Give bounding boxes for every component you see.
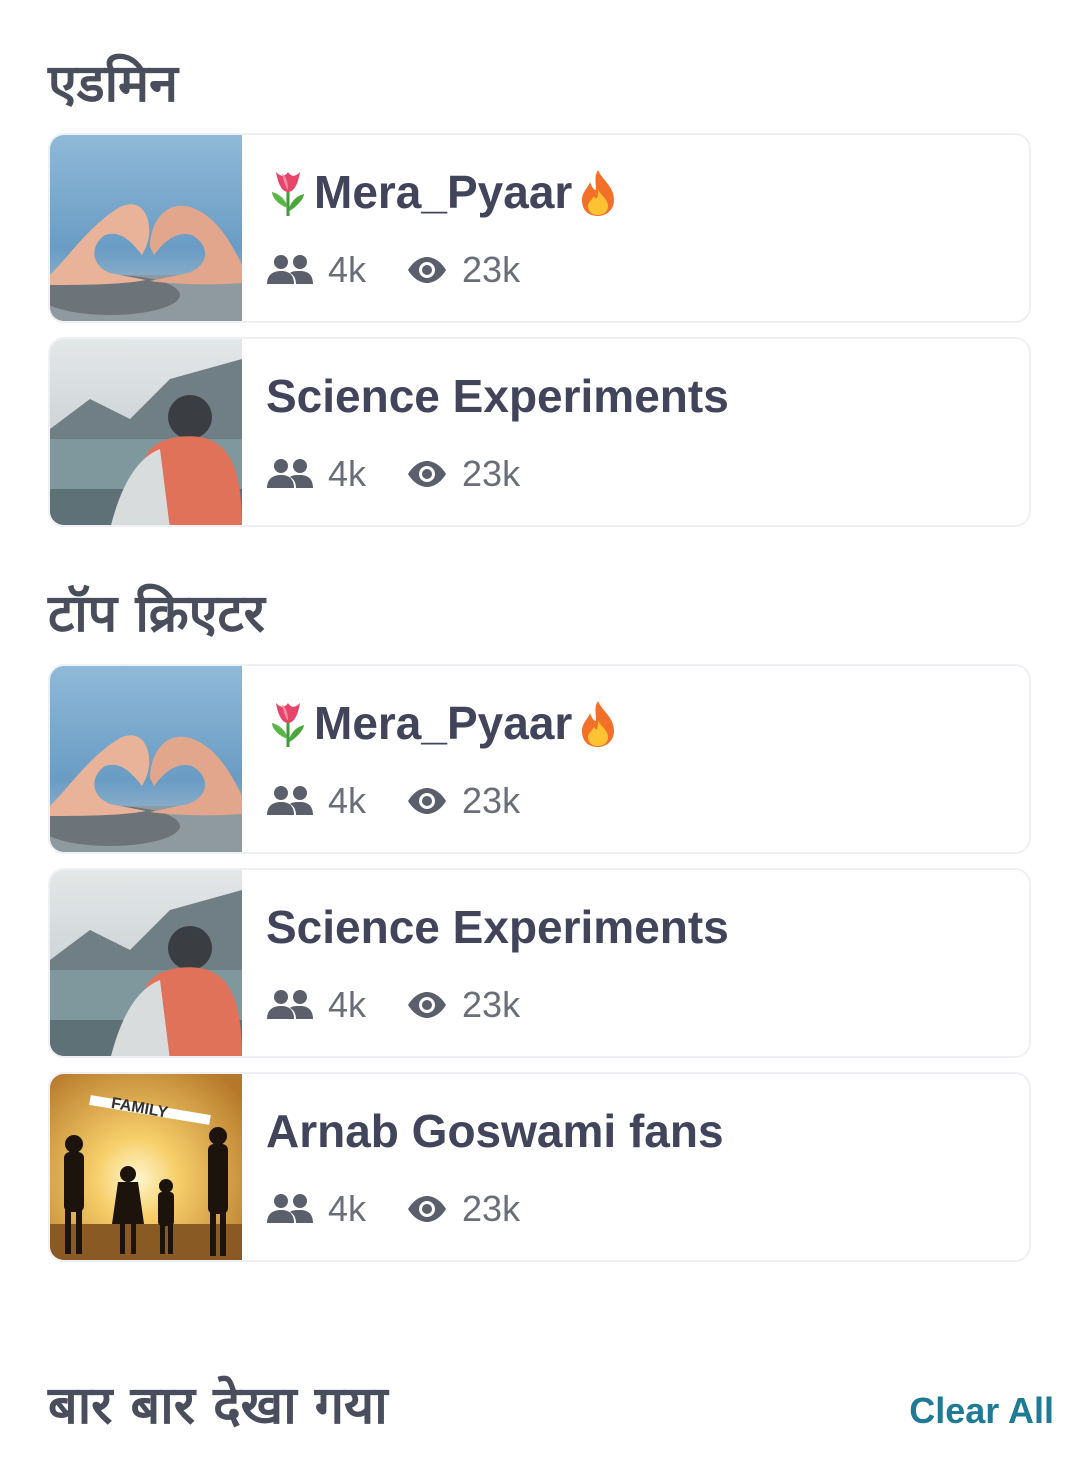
group-name: Mera_Pyaar [266, 696, 620, 751]
views-count: 23k [462, 1188, 521, 1229]
group-thumbnail [50, 339, 242, 527]
members-icon [266, 989, 314, 1021]
group-card[interactable]: Mera_Pyaar 4k 23k [48, 664, 1031, 854]
section-title-admin: एडमिन [48, 54, 179, 114]
members-count: 4k [328, 453, 367, 494]
members-icon [266, 1193, 314, 1225]
group-card[interactable]: Science Experiments 4k 23k [48, 868, 1031, 1058]
eye-icon [406, 460, 448, 488]
fire-emoji-icon [576, 168, 620, 218]
members-count: 4k [328, 780, 367, 821]
tulip-emoji-icon [266, 699, 310, 749]
members-icon [266, 254, 314, 286]
group-thumbnail [50, 870, 242, 1058]
group-name: Arnab Goswami fans [266, 1105, 724, 1157]
group-name: Science Experiments [266, 901, 729, 953]
eye-icon [406, 991, 448, 1019]
views-count: 23k [462, 984, 521, 1025]
members-icon [266, 458, 314, 490]
clear-all-button[interactable]: Clear All [909, 1390, 1054, 1432]
members-count: 4k [328, 249, 367, 290]
eye-icon [406, 787, 448, 815]
views-count: 23k [462, 453, 521, 494]
eye-icon [406, 256, 448, 284]
views-count: 23k [462, 780, 521, 821]
section-title-frequently-viewed: बार बार देखा गया [48, 1376, 388, 1436]
group-thumbnail: FAMILY [50, 1074, 242, 1262]
group-name: Mera_Pyaar [266, 165, 620, 220]
fire-emoji-icon [576, 699, 620, 749]
eye-icon [406, 1195, 448, 1223]
members-icon [266, 785, 314, 817]
tulip-emoji-icon [266, 168, 310, 218]
group-thumbnail [50, 135, 242, 323]
group-card[interactable]: Science Experiments 4k 23k [48, 337, 1031, 527]
group-card[interactable]: Mera_Pyaar 4k 23k [48, 133, 1031, 323]
group-thumbnail [50, 666, 242, 854]
section-title-top-creator: टॉप क्रिएटर [48, 584, 265, 644]
group-card[interactable]: FAMILY Arnab Goswami fans 4k 23k [48, 1072, 1031, 1262]
group-name: Science Experiments [266, 370, 729, 422]
members-count: 4k [328, 1188, 367, 1229]
views-count: 23k [462, 249, 521, 290]
members-count: 4k [328, 984, 367, 1025]
